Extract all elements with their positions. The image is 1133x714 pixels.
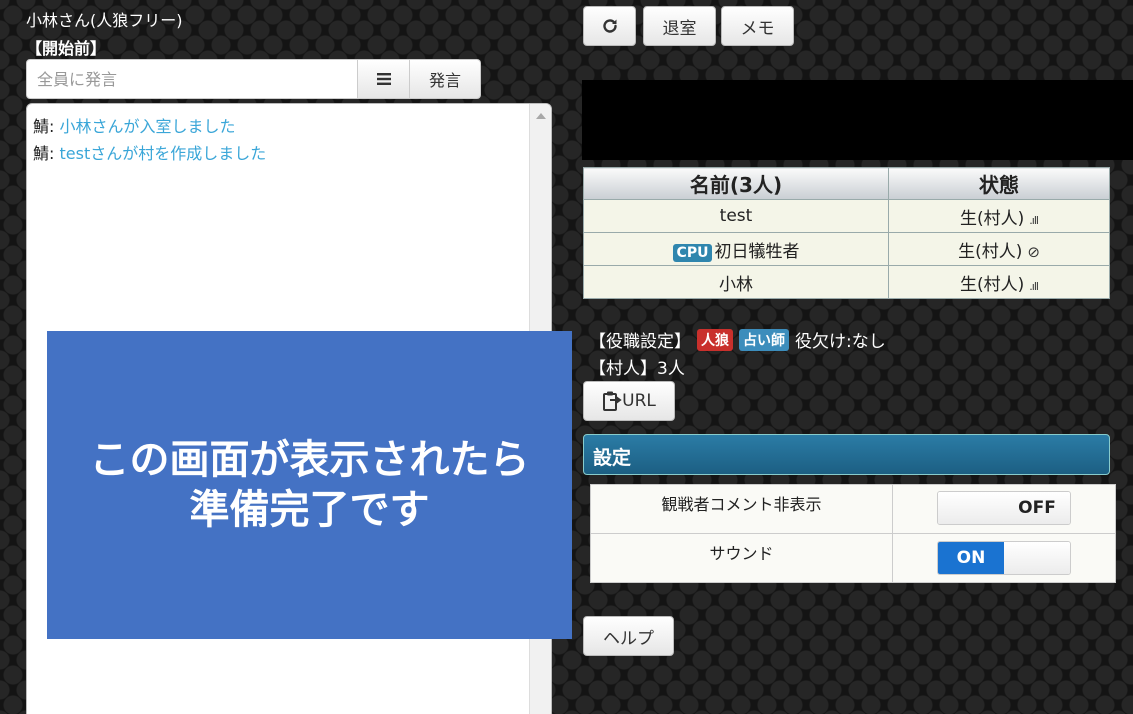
player-status-text: 生(村人)	[960, 274, 1025, 295]
sound-toggle[interactable]: ON	[937, 541, 1071, 575]
signal-icon: .ıll	[1029, 279, 1039, 293]
overlay-text: この画面が表示されたら 準備完了です	[90, 435, 530, 535]
player-name-text: 初日犠牲者	[714, 241, 800, 262]
refresh-icon	[602, 19, 617, 33]
role-missing: 役欠け:なし	[795, 332, 886, 352]
signal-icon: .ıll	[1029, 213, 1039, 227]
clipboard-icon	[603, 391, 622, 411]
player-row[interactable]: 小林 生(村人) .ıll	[583, 265, 1110, 299]
player-name-text: 小林	[719, 274, 753, 295]
setting-row: 観戦者コメント非表示 OFF	[590, 484, 1116, 534]
player-name: CPU 初日犠牲者	[583, 232, 889, 266]
help-button[interactable]: ヘルプ	[583, 616, 674, 656]
chat-bar: 発言	[26, 59, 481, 99]
url-button-label: URL	[622, 391, 656, 411]
speak-button[interactable]: 発言	[410, 59, 481, 99]
spectator-comment-toggle[interactable]: OFF	[937, 490, 1071, 525]
chat-message: testさんが村を作成しました	[54, 144, 267, 163]
cpu-badge: CPU	[672, 243, 713, 262]
role-settings: 【役職設定】 人狼 占い師 役欠け:なし	[589, 327, 886, 352]
memo-button[interactable]: メモ	[721, 6, 794, 46]
player-status-header: 状態	[888, 167, 1110, 200]
overlay-line-1: この画面が表示されたら	[89, 437, 530, 483]
role-badge-werewolf: 人狼	[697, 328, 733, 351]
player-status-text: 生(村人)	[958, 241, 1023, 262]
setting-toggle-cell: ON	[892, 533, 1116, 583]
player-status: 生(村人) .ıll	[888, 265, 1110, 299]
chat-speaker: 鯖	[33, 144, 50, 163]
reload-button[interactable]	[583, 6, 636, 46]
player-row[interactable]: test 生(村人) .ıll	[583, 199, 1110, 233]
toggle-handle	[938, 491, 1004, 524]
scroll-up-icon[interactable]	[536, 113, 546, 119]
setting-row: サウンド ON	[590, 533, 1116, 583]
chat-line: 鯖: 小林さんが入室しました	[33, 113, 266, 140]
settings-header: 設定	[583, 434, 1110, 475]
leave-room-button[interactable]: 退室	[643, 6, 716, 46]
chat-input[interactable]	[26, 59, 358, 99]
copy-url-button[interactable]: URL	[583, 381, 675, 421]
player-name-text: test	[719, 206, 753, 226]
player-status: 生(村人) ⊘	[888, 232, 1110, 266]
player-name: 小林	[583, 265, 889, 299]
chat-speaker: 鯖	[33, 117, 50, 136]
ready-overlay: この画面が表示されたら 準備完了です	[47, 331, 572, 639]
role-badge-seer: 占い師	[739, 328, 789, 351]
player-row[interactable]: CPU 初日犠牲者 生(村人) ⊘	[583, 232, 1110, 266]
player-status: 生(村人) .ıll	[888, 199, 1110, 233]
setting-label: 観戦者コメント非表示	[590, 484, 893, 534]
player-status-text: 生(村人)	[960, 208, 1025, 229]
chat-menu-button[interactable]	[358, 59, 410, 99]
chat-message: 小林さんが入室しました	[54, 117, 236, 136]
setting-label: サウンド	[590, 533, 893, 583]
settings-table: 観戦者コメント非表示 OFF サウンド ON	[590, 484, 1116, 583]
role-settings-label: 【役職設定】	[589, 332, 691, 352]
overlay-line-2: 準備完了です	[189, 487, 430, 533]
chat-line: 鯖: testさんが村を作成しました	[33, 140, 266, 167]
no-signal-icon: ⊘	[1027, 242, 1040, 261]
black-panel	[582, 80, 1133, 160]
player-name: test	[583, 199, 889, 233]
toggle-state: OFF	[1004, 491, 1070, 524]
list-icon	[376, 73, 391, 85]
player-table: 名前(3人) 状態 test 生(村人) .ıll CPU 初日犠牲者 生(村人) ⊘…	[583, 167, 1110, 299]
player-name-header: 名前(3人)	[583, 167, 889, 200]
room-status: 【開始前】	[26, 39, 107, 58]
toggle-handle	[1004, 542, 1070, 574]
setting-toggle-cell: OFF	[892, 484, 1116, 534]
villager-count: 【村人】3人	[589, 359, 685, 379]
chat-lines: 鯖: 小林さんが入室しました 鯖: testさんが村を作成しました	[33, 113, 266, 167]
room-title: 小林さん(人狼フリー)	[26, 11, 183, 30]
toggle-state: ON	[938, 542, 1004, 574]
